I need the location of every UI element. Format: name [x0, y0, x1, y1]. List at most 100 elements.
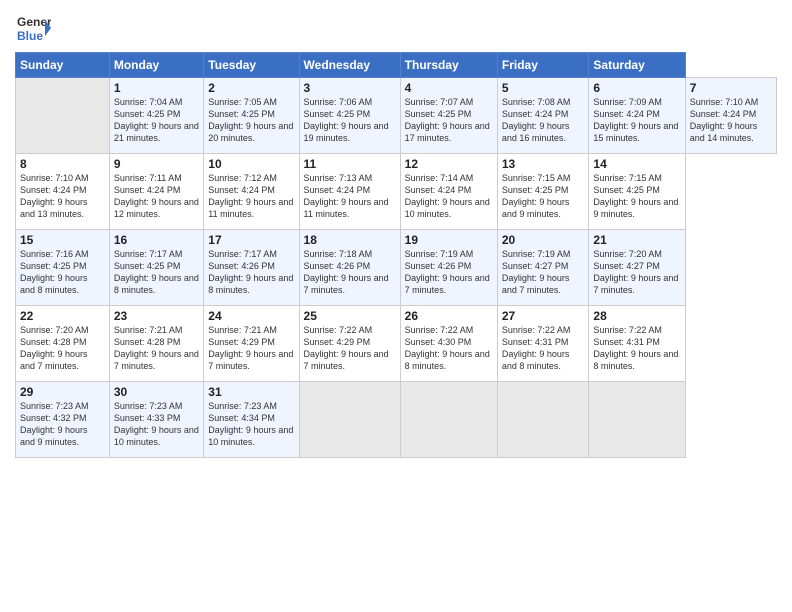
day-detail: Sunrise: 7:23 AMSunset: 4:34 PMDaylight:… — [208, 401, 293, 447]
calendar-cell — [589, 382, 685, 458]
calendar-cell: 5 Sunrise: 7:08 AMSunset: 4:24 PMDayligh… — [497, 78, 589, 154]
day-detail: Sunrise: 7:09 AMSunset: 4:24 PMDaylight:… — [593, 97, 678, 143]
header: General Blue — [15, 10, 777, 46]
logo: General Blue — [15, 10, 51, 46]
day-detail: Sunrise: 7:12 AMSunset: 4:24 PMDaylight:… — [208, 173, 293, 219]
day-detail: Sunrise: 7:19 AMSunset: 4:27 PMDaylight:… — [502, 249, 571, 295]
calendar-cell: 31 Sunrise: 7:23 AMSunset: 4:34 PMDaylig… — [204, 382, 299, 458]
day-detail: Sunrise: 7:23 AMSunset: 4:32 PMDaylight:… — [20, 401, 89, 447]
calendar-cell: 10 Sunrise: 7:12 AMSunset: 4:24 PMDaylig… — [204, 154, 299, 230]
calendar-cell: 22 Sunrise: 7:20 AMSunset: 4:28 PMDaylig… — [16, 306, 110, 382]
calendar-cell — [16, 78, 110, 154]
calendar-cell: 30 Sunrise: 7:23 AMSunset: 4:33 PMDaylig… — [109, 382, 203, 458]
calendar-cell: 16 Sunrise: 7:17 AMSunset: 4:25 PMDaylig… — [109, 230, 203, 306]
day-detail: Sunrise: 7:21 AMSunset: 4:29 PMDaylight:… — [208, 325, 293, 371]
day-header-tuesday: Tuesday — [204, 53, 299, 78]
day-detail: Sunrise: 7:15 AMSunset: 4:25 PMDaylight:… — [502, 173, 571, 219]
calendar-cell: 9 Sunrise: 7:11 AMSunset: 4:24 PMDayligh… — [109, 154, 203, 230]
calendar-table: SundayMondayTuesdayWednesdayThursdayFrid… — [15, 52, 777, 458]
day-header-sunday: Sunday — [16, 53, 110, 78]
calendar-cell: 23 Sunrise: 7:21 AMSunset: 4:28 PMDaylig… — [109, 306, 203, 382]
day-number: 9 — [114, 157, 199, 171]
day-detail: Sunrise: 7:07 AMSunset: 4:25 PMDaylight:… — [405, 97, 490, 143]
day-detail: Sunrise: 7:19 AMSunset: 4:26 PMDaylight:… — [405, 249, 490, 295]
calendar-cell: 26 Sunrise: 7:22 AMSunset: 4:30 PMDaylig… — [400, 306, 497, 382]
day-detail: Sunrise: 7:17 AMSunset: 4:25 PMDaylight:… — [114, 249, 199, 295]
calendar-cell — [497, 382, 589, 458]
day-number: 18 — [304, 233, 396, 247]
calendar-cell: 3 Sunrise: 7:06 AMSunset: 4:25 PMDayligh… — [299, 78, 400, 154]
calendar-container: General Blue SundayMondayTuesdayWednesda… — [0, 0, 792, 612]
day-number: 27 — [502, 309, 585, 323]
day-number: 17 — [208, 233, 294, 247]
day-number: 25 — [304, 309, 396, 323]
day-number: 10 — [208, 157, 294, 171]
day-number: 11 — [304, 157, 396, 171]
day-detail: Sunrise: 7:22 AMSunset: 4:31 PMDaylight:… — [502, 325, 571, 371]
day-detail: Sunrise: 7:17 AMSunset: 4:26 PMDaylight:… — [208, 249, 293, 295]
day-number: 7 — [690, 81, 772, 95]
calendar-cell: 8 Sunrise: 7:10 AMSunset: 4:24 PMDayligh… — [16, 154, 110, 230]
day-header-monday: Monday — [109, 53, 203, 78]
day-number: 14 — [593, 157, 680, 171]
day-detail: Sunrise: 7:15 AMSunset: 4:25 PMDaylight:… — [593, 173, 678, 219]
day-detail: Sunrise: 7:10 AMSunset: 4:24 PMDaylight:… — [20, 173, 89, 219]
day-number: 19 — [405, 233, 493, 247]
day-number: 1 — [114, 81, 199, 95]
calendar-cell: 28 Sunrise: 7:22 AMSunset: 4:31 PMDaylig… — [589, 306, 685, 382]
calendar-cell — [299, 382, 400, 458]
day-detail: Sunrise: 7:08 AMSunset: 4:24 PMDaylight:… — [502, 97, 571, 143]
day-number: 15 — [20, 233, 105, 247]
calendar-week-4: 22 Sunrise: 7:20 AMSunset: 4:28 PMDaylig… — [16, 306, 777, 382]
day-number: 3 — [304, 81, 396, 95]
day-detail: Sunrise: 7:16 AMSunset: 4:25 PMDaylight:… — [20, 249, 89, 295]
calendar-cell: 6 Sunrise: 7:09 AMSunset: 4:24 PMDayligh… — [589, 78, 685, 154]
calendar-cell: 2 Sunrise: 7:05 AMSunset: 4:25 PMDayligh… — [204, 78, 299, 154]
day-detail: Sunrise: 7:21 AMSunset: 4:28 PMDaylight:… — [114, 325, 199, 371]
calendar-cell: 7 Sunrise: 7:10 AMSunset: 4:24 PMDayligh… — [685, 78, 776, 154]
calendar-header-row: SundayMondayTuesdayWednesdayThursdayFrid… — [16, 53, 777, 78]
day-number: 16 — [114, 233, 199, 247]
calendar-cell: 17 Sunrise: 7:17 AMSunset: 4:26 PMDaylig… — [204, 230, 299, 306]
day-number: 28 — [593, 309, 680, 323]
day-number: 12 — [405, 157, 493, 171]
day-detail: Sunrise: 7:22 AMSunset: 4:31 PMDaylight:… — [593, 325, 678, 371]
day-number: 23 — [114, 309, 199, 323]
day-number: 21 — [593, 233, 680, 247]
calendar-cell: 18 Sunrise: 7:18 AMSunset: 4:26 PMDaylig… — [299, 230, 400, 306]
calendar-cell — [400, 382, 497, 458]
calendar-week-5: 29 Sunrise: 7:23 AMSunset: 4:32 PMDaylig… — [16, 382, 777, 458]
calendar-cell: 11 Sunrise: 7:13 AMSunset: 4:24 PMDaylig… — [299, 154, 400, 230]
day-detail: Sunrise: 7:11 AMSunset: 4:24 PMDaylight:… — [114, 173, 199, 219]
day-number: 31 — [208, 385, 294, 399]
svg-text:Blue: Blue — [17, 29, 43, 43]
day-number: 20 — [502, 233, 585, 247]
day-detail: Sunrise: 7:05 AMSunset: 4:25 PMDaylight:… — [208, 97, 293, 143]
calendar-week-3: 15 Sunrise: 7:16 AMSunset: 4:25 PMDaylig… — [16, 230, 777, 306]
calendar-cell: 4 Sunrise: 7:07 AMSunset: 4:25 PMDayligh… — [400, 78, 497, 154]
day-detail: Sunrise: 7:20 AMSunset: 4:27 PMDaylight:… — [593, 249, 678, 295]
day-detail: Sunrise: 7:23 AMSunset: 4:33 PMDaylight:… — [114, 401, 199, 447]
day-number: 4 — [405, 81, 493, 95]
day-number: 5 — [502, 81, 585, 95]
day-number: 22 — [20, 309, 105, 323]
day-detail: Sunrise: 7:10 AMSunset: 4:24 PMDaylight:… — [690, 97, 759, 143]
day-number: 24 — [208, 309, 294, 323]
day-detail: Sunrise: 7:04 AMSunset: 4:25 PMDaylight:… — [114, 97, 199, 143]
logo-svg: General Blue — [15, 10, 51, 46]
calendar-cell: 25 Sunrise: 7:22 AMSunset: 4:29 PMDaylig… — [299, 306, 400, 382]
calendar-cell: 12 Sunrise: 7:14 AMSunset: 4:24 PMDaylig… — [400, 154, 497, 230]
day-number: 8 — [20, 157, 105, 171]
day-header-thursday: Thursday — [400, 53, 497, 78]
calendar-cell: 20 Sunrise: 7:19 AMSunset: 4:27 PMDaylig… — [497, 230, 589, 306]
calendar-cell: 29 Sunrise: 7:23 AMSunset: 4:32 PMDaylig… — [16, 382, 110, 458]
calendar-week-2: 8 Sunrise: 7:10 AMSunset: 4:24 PMDayligh… — [16, 154, 777, 230]
day-number: 29 — [20, 385, 105, 399]
calendar-week-1: 1 Sunrise: 7:04 AMSunset: 4:25 PMDayligh… — [16, 78, 777, 154]
day-detail: Sunrise: 7:18 AMSunset: 4:26 PMDaylight:… — [304, 249, 389, 295]
day-number: 26 — [405, 309, 493, 323]
calendar-cell: 13 Sunrise: 7:15 AMSunset: 4:25 PMDaylig… — [497, 154, 589, 230]
day-number: 30 — [114, 385, 199, 399]
day-number: 13 — [502, 157, 585, 171]
calendar-cell: 21 Sunrise: 7:20 AMSunset: 4:27 PMDaylig… — [589, 230, 685, 306]
